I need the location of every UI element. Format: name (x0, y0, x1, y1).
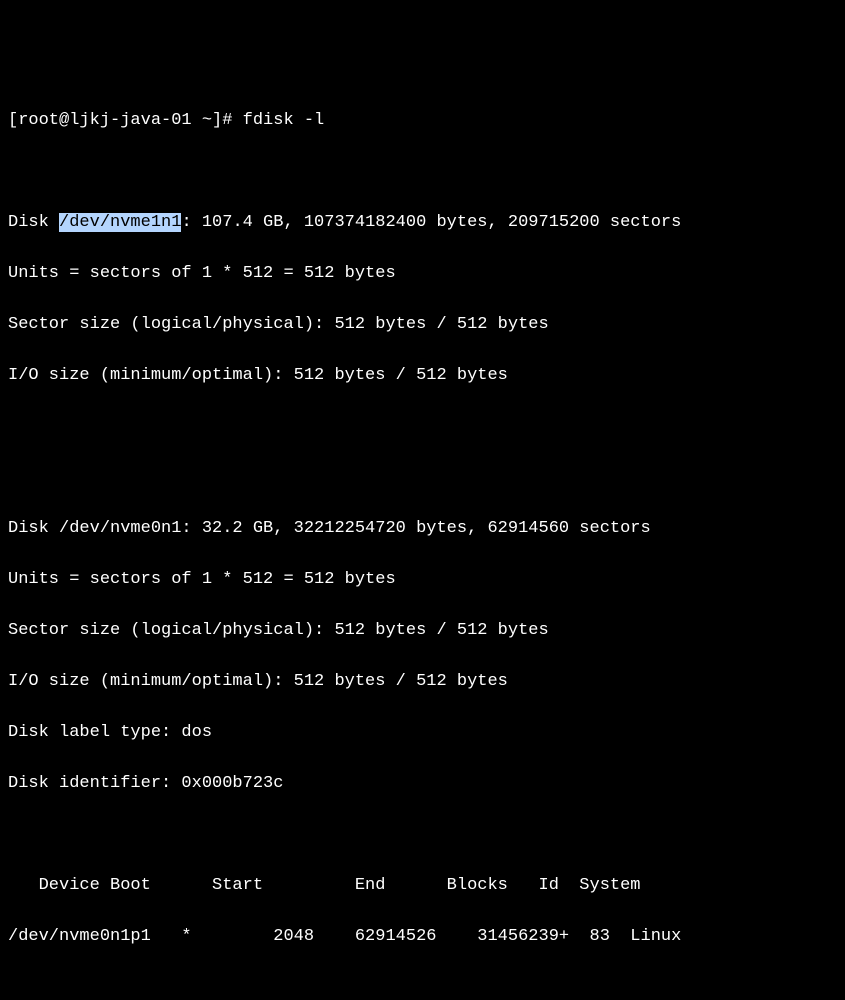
disk1-post: : 107.4 GB, 107374182400 bytes, 20971520… (181, 213, 681, 232)
disk2-sector: Sector size (logical/physical): 512 byte… (8, 618, 837, 644)
disk2-label: Disk label type: dos (8, 720, 837, 746)
blank-line (8, 414, 837, 440)
disk2-units: Units = sectors of 1 * 512 = 512 bytes (8, 567, 837, 593)
disk1-header: Disk /dev/nvme1n1: 107.4 GB, 10737418240… (8, 210, 837, 236)
disk1-io: I/O size (minimum/optimal): 512 bytes / … (8, 363, 837, 389)
blank-line (8, 465, 837, 491)
disk1-device-highlight[interactable]: /dev/nvme1n1 (59, 213, 181, 232)
disk2-header: Disk /dev/nvme0n1: 32.2 GB, 32212254720 … (8, 516, 837, 542)
disk1-units: Units = sectors of 1 * 512 = 512 bytes (8, 261, 837, 287)
disk2-identifier: Disk identifier: 0x000b723c (8, 771, 837, 797)
command-text: fdisk -l (243, 111, 325, 130)
partition-table-row: /dev/nvme0n1p1 * 2048 62914526 31456239+… (8, 924, 837, 950)
blank-line (8, 822, 837, 848)
disk2-io: I/O size (minimum/optimal): 512 bytes / … (8, 669, 837, 695)
blank-line (8, 159, 837, 185)
partition-table-header: Device Boot Start End Blocks Id System (8, 873, 837, 899)
disk1-pre: Disk (8, 213, 59, 232)
shell-prompt: [root@ljkj-java-01 ~]# (8, 111, 243, 130)
prompt-line: [root@ljkj-java-01 ~]# fdisk -l (8, 108, 837, 134)
disk1-sector: Sector size (logical/physical): 512 byte… (8, 312, 837, 338)
